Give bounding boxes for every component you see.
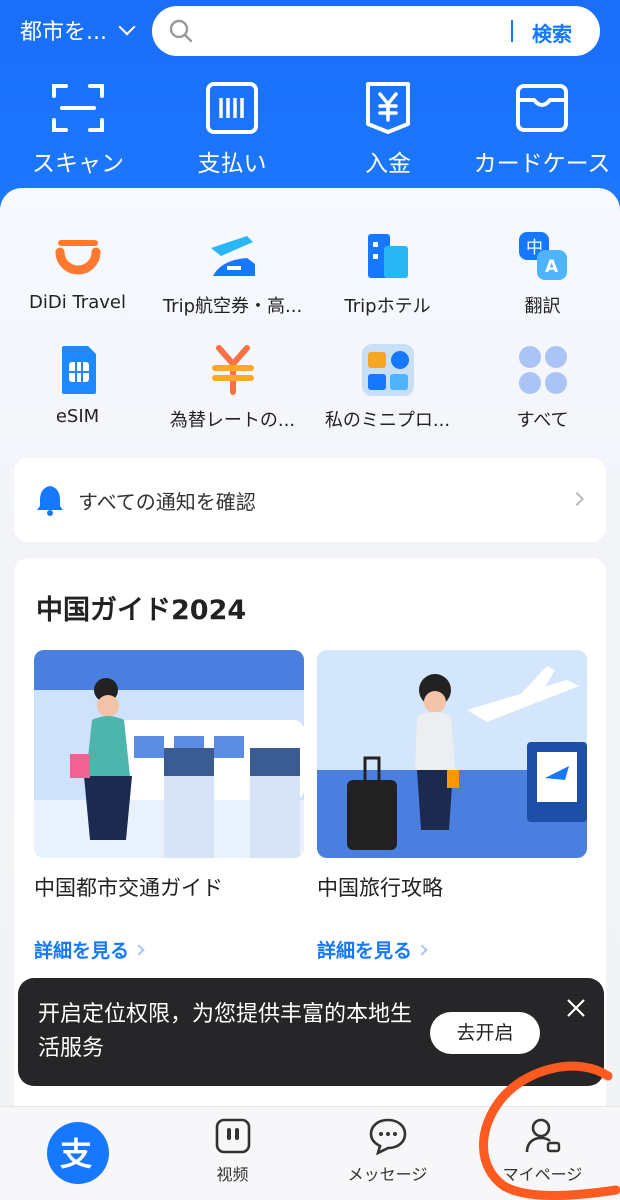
- bell-icon: [37, 486, 63, 516]
- profile-icon: [525, 1118, 560, 1153]
- nav-label: マイページ: [502, 1165, 583, 1184]
- details-link[interactable]: 詳細を見る: [34, 936, 304, 963]
- mini-program-icon: [361, 344, 414, 396]
- message-icon: [369, 1118, 406, 1155]
- travel-illustration: [317, 650, 587, 858]
- quick-action-label: カードケース: [473, 151, 611, 177]
- details-link-text: 詳細を見る: [34, 940, 130, 962]
- all-apps-icon: [517, 344, 569, 396]
- app-mini-program[interactable]: 私のミニプロ...: [310, 344, 465, 432]
- pay-barcode-icon: [206, 82, 258, 134]
- wallet-card-icon: [516, 84, 568, 132]
- app-label: 私のミニプロ...: [324, 410, 451, 431]
- search-divider: [511, 20, 513, 42]
- nav-label: メッセージ: [347, 1165, 428, 1184]
- nav-label: 视频: [216, 1165, 249, 1184]
- app-trip-flight[interactable]: Trip航空券・高...: [155, 230, 310, 318]
- search-bar[interactable]: 検索: [152, 6, 600, 56]
- quick-action-label: 支払い: [197, 151, 267, 177]
- chevron-right-icon: [569, 491, 585, 507]
- quick-action-card-case[interactable]: カードケース: [472, 80, 612, 178]
- close-icon[interactable]: [564, 996, 588, 1020]
- video-icon: [215, 1118, 250, 1154]
- quick-action-pay[interactable]: 支払い: [162, 80, 302, 178]
- translate-icon: 中A: [517, 230, 569, 282]
- guide-card-title: 中国旅行攻略: [317, 876, 443, 900]
- quick-action-topup[interactable]: 入金: [318, 80, 458, 178]
- guide-card-travel[interactable]: 中国旅行攻略 詳細を見る: [317, 650, 587, 963]
- transport-illustration: [34, 650, 304, 858]
- nav-video[interactable]: 视频: [155, 1117, 310, 1185]
- trip-hotel-icon: [362, 230, 414, 282]
- nav-home[interactable]: 支: [0, 1121, 155, 1191]
- details-link-text: 詳細を見る: [317, 940, 413, 962]
- city-label: 都市を...: [20, 20, 107, 45]
- exchange-rate-icon: [207, 344, 259, 396]
- app-all[interactable]: すべて: [465, 344, 620, 432]
- quick-action-label: 入金: [365, 151, 411, 177]
- chevron-right-icon: [133, 943, 145, 956]
- city-selector[interactable]: 都市を...: [20, 14, 136, 46]
- trip-flight-icon: [207, 230, 259, 282]
- nav-profile[interactable]: マイページ: [465, 1117, 620, 1185]
- details-link[interactable]: 詳細を見る: [317, 936, 587, 963]
- chevron-down-icon: [118, 18, 136, 36]
- alipay-logo-icon: 支: [46, 1122, 109, 1184]
- guide-card-title: 中国都市交通ガイド: [34, 876, 223, 900]
- section-title: 中国ガイド2024: [36, 595, 247, 626]
- chevron-right-icon: [416, 943, 428, 956]
- app-esim[interactable]: eSIM: [0, 344, 155, 427]
- guide-card-transport[interactable]: 中国都市交通ガイド 詳細を見る: [34, 650, 304, 963]
- svg-text:支: 支: [60, 1135, 92, 1173]
- toast-message: 开启定位权限，为您提供丰富的本地生活服务: [38, 1002, 413, 1061]
- notification-text: すべての通知を確認: [78, 490, 256, 514]
- app-label: Tripホテル: [344, 296, 431, 317]
- didi-icon: [52, 230, 104, 282]
- quick-action-label: スキャン: [32, 151, 124, 177]
- app-label: eSIM: [55, 406, 100, 427]
- svg-text:A: A: [545, 257, 559, 277]
- app-exchange-rate[interactable]: 為替レートの...: [155, 344, 310, 432]
- enable-location-button[interactable]: 去开启: [430, 1012, 540, 1054]
- yen-topup-icon: [366, 82, 410, 134]
- esim-icon: [52, 344, 104, 396]
- app-trip-hotel[interactable]: Tripホテル: [310, 230, 465, 318]
- app-label: 翻訳: [524, 296, 561, 317]
- app-label: 為替レートの...: [169, 410, 296, 431]
- search-icon: [169, 19, 193, 43]
- app-didi-travel[interactable]: DiDi Travel: [0, 230, 155, 313]
- location-permission-toast: 开启定位权限，为您提供丰富的本地生活服务 去开启: [18, 978, 604, 1086]
- app-translate[interactable]: 中A 翻訳: [465, 230, 620, 318]
- search-button[interactable]: 検索: [532, 18, 572, 47]
- notification-banner[interactable]: すべての通知を確認: [14, 458, 606, 542]
- nav-messages[interactable]: メッセージ: [310, 1117, 465, 1185]
- app-label: すべて: [516, 410, 569, 431]
- app-label: Trip航空券・高...: [162, 296, 303, 317]
- quick-action-scan[interactable]: スキャン: [8, 80, 148, 178]
- bottom-navigation: 支 视频 メッセージ マイページ: [0, 1106, 620, 1200]
- scan-icon: [52, 84, 104, 132]
- app-label: DiDi Travel: [29, 292, 126, 313]
